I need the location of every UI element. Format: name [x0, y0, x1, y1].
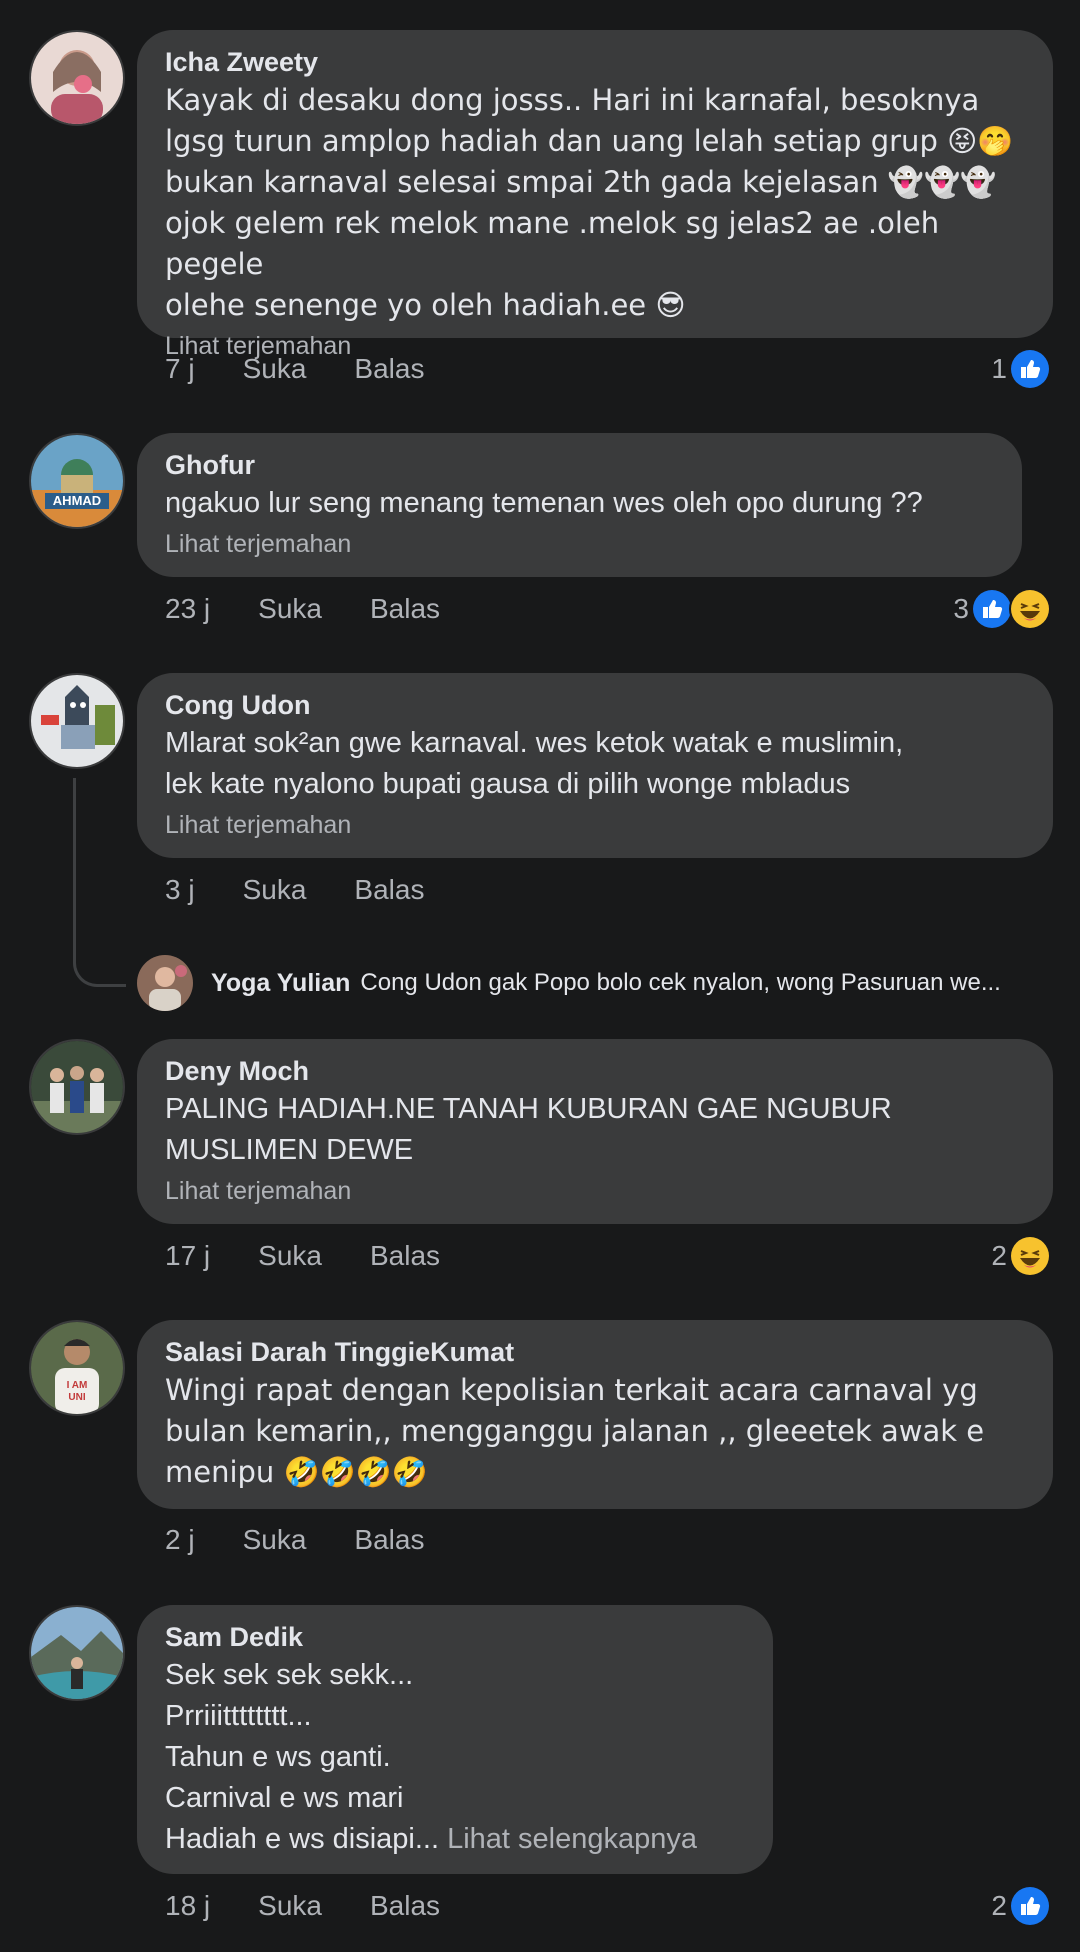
timestamp[interactable]: 3 j [165, 870, 195, 910]
avatar[interactable] [29, 30, 125, 126]
reply-button[interactable]: Balas [354, 1520, 424, 1560]
reaction-summary[interactable]: 2 [991, 1885, 1051, 1927]
comment-bubble: Cong Udon Mlarat sok²an gwe karnaval. we… [137, 673, 1053, 858]
timestamp[interactable]: 18 j [165, 1886, 210, 1926]
comment-actions: 17 j Suka Balas [165, 1236, 440, 1276]
avatar[interactable] [137, 955, 193, 1011]
thread-line [73, 778, 76, 938]
comment-text: PALING HADIAH.NE TANAH KUBURAN GAE NGUBU… [165, 1093, 892, 1166]
reply-button[interactable]: Balas [370, 589, 440, 629]
comment-text: Mlarat sok²an gwe karnaval. wes ketok wa… [165, 727, 904, 800]
reaction-count: 2 [991, 1240, 1007, 1271]
like-button[interactable]: Suka [258, 1886, 322, 1926]
timestamp[interactable]: 7 j [165, 349, 195, 389]
like-icon [971, 588, 1013, 630]
see-translation-link[interactable]: Lihat terjemahan [165, 1173, 1025, 1209]
comment-bubble: Deny Moch PALING HADIAH.NE TANAH KUBURAN… [137, 1039, 1053, 1224]
comment-actions: 7 j Suka Balas [165, 349, 424, 389]
reaction-count: 2 [991, 1890, 1007, 1921]
timestamp[interactable]: 23 j [165, 589, 210, 629]
haha-icon [1009, 588, 1051, 630]
comment-text: Wingi rapat dengan kepolisian terkait ac… [165, 1373, 985, 1489]
comment-text: Kayak di desaku dong josss.. Hari ini ka… [165, 83, 1014, 322]
timestamp[interactable]: 2 j [165, 1520, 195, 1560]
commenter-name[interactable]: Sam Dedik [165, 1619, 745, 1655]
avatar[interactable] [29, 673, 125, 769]
comment-text-body: Sek sek sek sekk... Prriiitttttttt... Ta… [165, 1659, 440, 1855]
like-button[interactable]: Suka [258, 1236, 322, 1276]
like-button[interactable]: Suka [243, 1520, 307, 1560]
comment-bubble: Sam Dedik Sek sek sek sekk... Prriiitttt… [137, 1605, 773, 1874]
reply-button[interactable]: Balas [370, 1886, 440, 1926]
comment-bubble: Salasi Darah TinggieKumat Wingi rapat de… [137, 1320, 1053, 1509]
reaction-count: 1 [991, 353, 1007, 384]
avatar[interactable] [29, 1605, 125, 1701]
reaction-summary[interactable]: 3 [953, 588, 1051, 630]
svg-text:AHMAD: AHMAD [53, 493, 101, 508]
comment-actions: 23 j Suka Balas [165, 589, 440, 629]
reaction-summary[interactable]: 2 [991, 1235, 1051, 1277]
reply-button[interactable]: Balas [354, 870, 424, 910]
reply-preview-text: Cong Udon gak Popo bolo cek nyalon, wong… [360, 969, 1001, 996]
avatar[interactable] [29, 1039, 125, 1135]
comment-text: ngakuo lur seng menang temenan wes oleh … [165, 487, 923, 519]
like-icon [1009, 348, 1051, 390]
reply-author-name[interactable]: Yoga Yulian [211, 969, 350, 998]
see-more-link[interactable]: Lihat selengkapnya [447, 1823, 697, 1855]
timestamp[interactable]: 17 j [165, 1236, 210, 1276]
comment-actions: 3 j Suka Balas [165, 870, 424, 910]
comment-bubble: Icha Zweety Kayak di desaku dong josss..… [137, 30, 1053, 360]
commenter-name[interactable]: Deny Moch [165, 1053, 1025, 1089]
commenter-name[interactable]: Ghofur [165, 447, 994, 483]
svg-text:UNI: UNI [68, 1392, 85, 1403]
like-button[interactable]: Suka [243, 870, 307, 910]
commenter-name[interactable]: Icha Zweety [165, 44, 1025, 80]
comment-bubble: Ghofur ngakuo lur seng menang temenan we… [137, 433, 1022, 577]
reaction-count: 3 [953, 593, 969, 624]
comment-actions: 2 j Suka Balas [165, 1520, 424, 1560]
comment-actions: 18 j Suka Balas [165, 1886, 440, 1926]
reply-preview[interactable]: Yoga Yulian Cong Udon gak Popo bolo cek … [137, 955, 1001, 1011]
haha-icon [1009, 1235, 1051, 1277]
comment-text: Sek sek sek sekk... Prriiitttttttt... Ta… [165, 1655, 745, 1860]
reply-button[interactable]: Balas [370, 1236, 440, 1276]
see-translation-link[interactable]: Lihat terjemahan [165, 807, 1025, 843]
reaction-summary[interactable]: 1 [991, 348, 1051, 390]
like-button[interactable]: Suka [258, 589, 322, 629]
like-icon [1009, 1885, 1051, 1927]
svg-text:I AM: I AM [67, 1380, 88, 1391]
avatar[interactable]: AHMAD [29, 433, 125, 529]
reply-button[interactable]: Balas [354, 349, 424, 389]
thread-connector [73, 930, 126, 987]
commenter-name[interactable]: Cong Udon [165, 687, 1025, 723]
commenter-name[interactable]: Salasi Darah TinggieKumat [165, 1334, 1025, 1370]
like-button[interactable]: Suka [243, 349, 307, 389]
see-translation-link[interactable]: Lihat terjemahan [165, 526, 994, 562]
avatar[interactable]: I AM UNI [29, 1320, 125, 1416]
